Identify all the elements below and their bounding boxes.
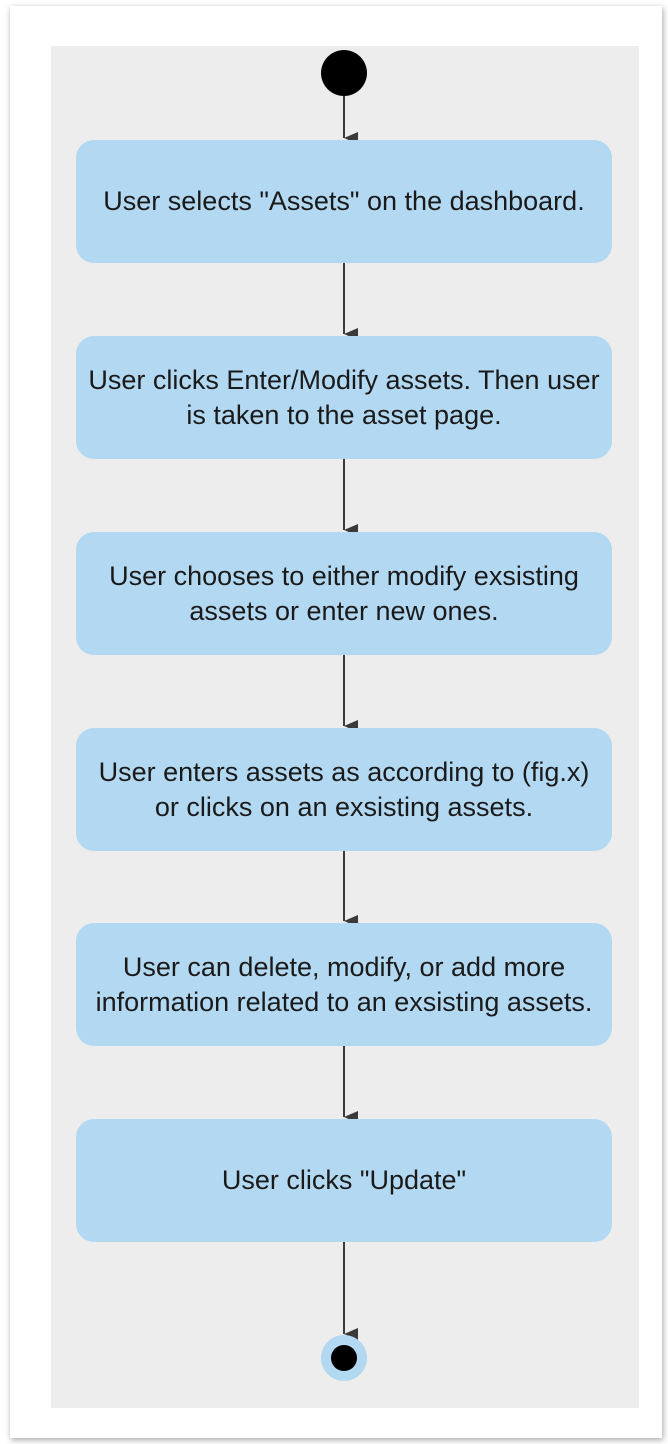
step-5-text: User can delete, modify, or add more inf… xyxy=(95,951,593,1017)
step-3-text: User chooses to either modify exsisting … xyxy=(109,560,579,626)
end-node xyxy=(321,1335,367,1381)
step-1-text: User selects "Assets" on the dashboard. xyxy=(103,186,585,216)
step-6-text: User clicks "Update" xyxy=(221,1165,467,1195)
start-node xyxy=(321,50,367,96)
end-node-dot xyxy=(331,1345,357,1371)
step-1: User selects "Assets" on the dashboard. xyxy=(76,140,612,263)
step-4-text: User enters assets as according to (fig.… xyxy=(98,756,590,822)
step-3: User chooses to either modify exsisting … xyxy=(76,532,612,655)
step-6: User clicks "Update" xyxy=(76,1119,612,1242)
step-2: User clicks Enter/Modify assets. Then us… xyxy=(76,336,612,459)
step-4: User enters assets as according to (fig.… xyxy=(76,728,612,851)
step-2-text: User clicks Enter/Modify assets. Then us… xyxy=(88,364,600,430)
step-5: User can delete, modify, or add more inf… xyxy=(76,923,612,1046)
